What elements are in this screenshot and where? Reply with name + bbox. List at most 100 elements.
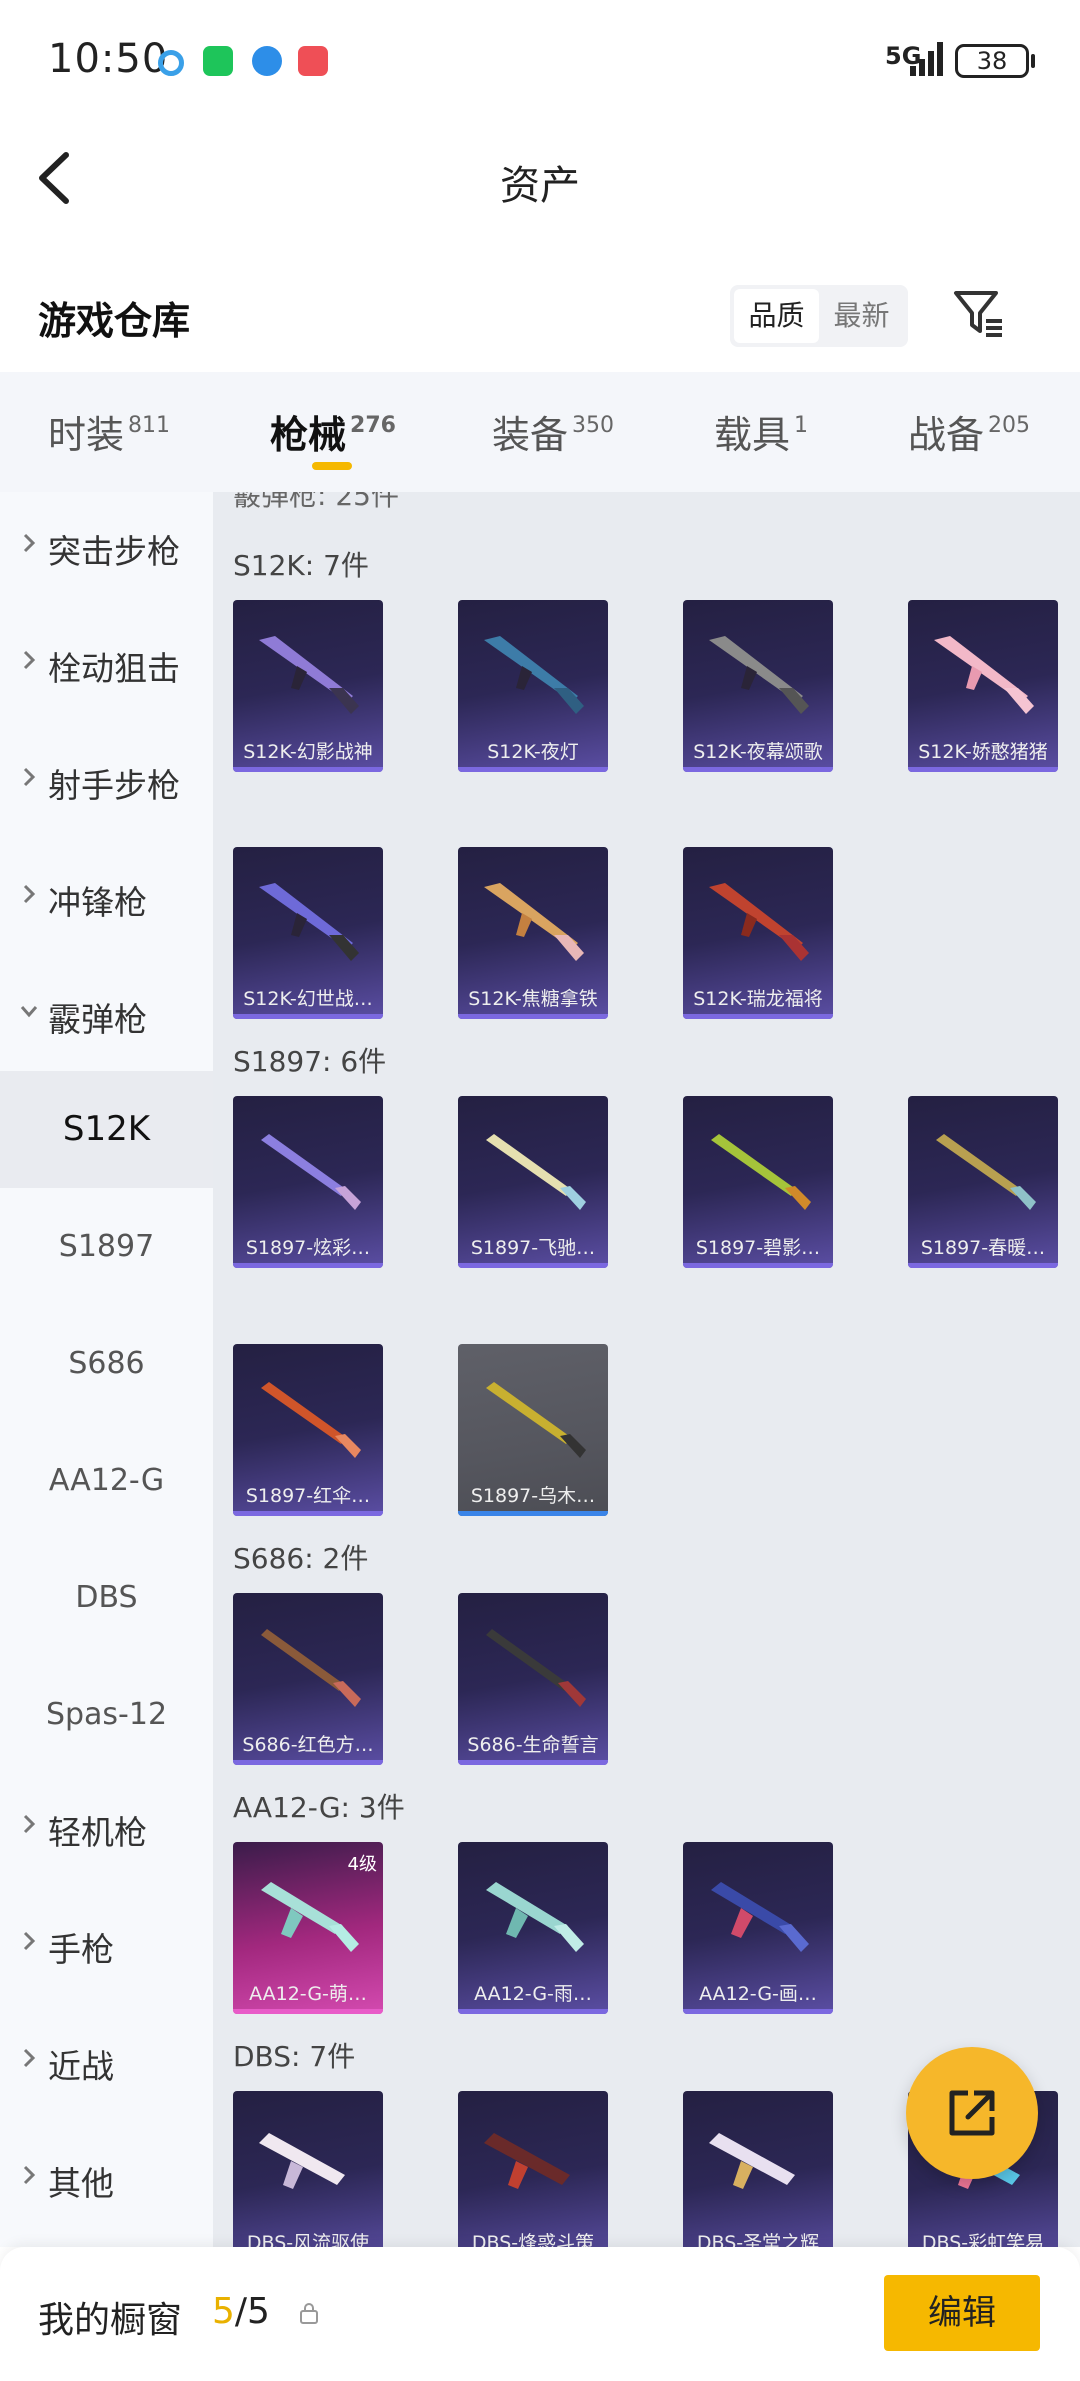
filter-button[interactable]	[950, 283, 1008, 341]
shotgun-icon	[484, 883, 584, 961]
bullpup-shotgun-icon	[709, 2133, 795, 2189]
sidebar-item-other[interactable]: 其他	[0, 2124, 213, 2241]
weapon-type-sidebar: 突击步枪 栓动狙击 射手步枪 冲锋枪 霰弹枪 S12K S1897 S686 A…	[0, 492, 213, 2247]
status-time: 10:50	[48, 36, 169, 82]
weapon-card[interactable]: S12K-夜灯	[458, 600, 608, 772]
weapon-card[interactable]: S1897-碧影…	[683, 1096, 833, 1268]
weapon-card[interactable]: S686-红色方…	[233, 1593, 383, 1765]
chevron-right-icon	[23, 884, 36, 904]
weapon-card[interactable]: S12K-焦糖拿铁	[458, 847, 608, 1019]
weapon-name: S12K-幻世战…	[243, 988, 373, 1010]
bullpup-shotgun-icon	[484, 2133, 570, 2189]
weapon-name: DBS-圣堂之辉	[696, 2232, 820, 2247]
sidebar-item-melee[interactable]: 近战	[0, 2007, 213, 2124]
sidebar-item-pistol[interactable]: 手枪	[0, 1890, 213, 2007]
sidebar-item-bolt-sniper[interactable]: 栓动狙击	[0, 609, 213, 726]
share-icon	[949, 2090, 995, 2136]
group-label-dbs: DBS: 7件	[233, 2040, 356, 2073]
weapon-card[interactable]: S1897-乌木…	[458, 1344, 608, 1516]
sidebar-sub-dbs[interactable]: DBS	[0, 1539, 213, 1656]
tab-supplies[interactable]: 战备 205	[908, 404, 1030, 459]
weapon-card[interactable]: AA12-G-画…	[683, 1842, 833, 2014]
sidebar-item-label: 手枪	[48, 1930, 114, 1969]
sidebar-sub-s1897[interactable]: S1897	[0, 1188, 213, 1305]
weapon-card[interactable]: S12K-幻世战…	[233, 847, 383, 1019]
weapon-card[interactable]: S1897-春暖…	[908, 1096, 1058, 1268]
tab-fashion[interactable]: 时装 811	[48, 404, 170, 459]
weapon-name: DBS-彩虹笑易	[921, 2232, 1045, 2247]
sidebar-item-lmg[interactable]: 轻机枪	[0, 1773, 213, 1890]
pump-shotgun-icon	[261, 1134, 361, 1210]
sidebar-item-assault-rifle[interactable]: 突击步枪	[0, 492, 213, 609]
chevron-down-icon	[20, 1006, 38, 1018]
sort-newest-button[interactable]: 最新	[819, 289, 904, 343]
weapon-card[interactable]: S1897-红伞…	[233, 1344, 383, 1516]
sidebar-sub-aa12g[interactable]: AA12-G	[0, 1422, 213, 1539]
sidebar-item-marksman-rifle[interactable]: 射手步枪	[0, 726, 213, 843]
status-bar: 10:50 5G 38	[0, 0, 1080, 125]
sidebar-item-label: 突击步枪	[48, 532, 180, 571]
group-label-s1897: S1897: 6件	[233, 1045, 387, 1078]
tab-count: 276	[350, 413, 396, 438]
weapon-name: S1897-春暖…	[920, 1237, 1046, 1259]
weapon-card[interactable]: S12K-娇憨猪猪	[908, 600, 1058, 772]
sidebar-item-label: 栓动狙击	[48, 649, 180, 688]
tab-equipment[interactable]: 装备 350	[492, 404, 614, 459]
shotgun-icon	[709, 636, 809, 714]
weapon-card[interactable]: S12K-幻影战神	[233, 600, 383, 772]
shopping-app-icon	[298, 46, 328, 76]
sidebar-sub-s686[interactable]: S686	[0, 1305, 213, 1422]
weapon-name: S12K-娇憨猪猪	[918, 741, 1048, 763]
weapon-card[interactable]: DBS-风流驱使	[233, 2091, 383, 2247]
group-label-aa12g: AA12-G: 3件	[233, 1791, 405, 1824]
weapon-card[interactable]: AA12-G-雨…	[458, 1842, 608, 2014]
sidebar-sub-s12k[interactable]: S12K	[0, 1071, 213, 1188]
weapon-name: DBS-风流驱使	[246, 2232, 370, 2247]
notification-app-icon	[158, 50, 184, 76]
bullpup-shotgun-icon	[259, 2133, 345, 2189]
sidebar-item-label: 冲锋枪	[48, 883, 147, 922]
weapon-card[interactable]: S1897-炫彩…	[233, 1096, 383, 1268]
tab-label: 装备	[492, 413, 569, 457]
auto-shotgun-icon	[486, 1882, 584, 1952]
weapon-card[interactable]: DBS-烽惑斗策	[458, 2091, 608, 2247]
sidebar-item-shotgun[interactable]: 霰弹枪	[0, 960, 213, 1077]
tab-label: 枪械	[270, 413, 347, 457]
weapon-name: S1897-红伞…	[245, 1485, 371, 1507]
auto-shotgun-icon	[261, 1882, 359, 1952]
weapon-name: DBS-烽惑斗策	[471, 2232, 595, 2247]
shotgun-icon	[709, 883, 809, 961]
sidebar-item-smg[interactable]: 冲锋枪	[0, 843, 213, 960]
sidebar-sub-spas12[interactable]: Spas-12	[0, 1656, 213, 1773]
weapon-name: AA12-G-雨…	[474, 1983, 592, 2005]
group-label-s12k: S12K: 7件	[233, 549, 369, 582]
lock-icon	[300, 2303, 318, 2324]
wechat-icon	[203, 46, 233, 76]
showcase-count: 5/5	[212, 2291, 270, 2332]
weapon-name: S1897-乌木…	[470, 1485, 596, 1507]
tab-count: 811	[128, 413, 171, 438]
sort-quality-button[interactable]: 品质	[734, 289, 819, 343]
chevron-right-icon	[23, 1814, 36, 1834]
tab-vehicles[interactable]: 载具 1	[714, 404, 808, 459]
weapon-name: AA12-G-画…	[699, 1983, 817, 2005]
weapon-grid: 霰弹枪: 25件 S12K: 7件 S12K-幻影战神 S12K-夜灯 S12K…	[213, 492, 1080, 2247]
filter-icon	[954, 291, 1002, 337]
battery-tip	[1031, 54, 1035, 68]
edit-button[interactable]: 编辑	[884, 2275, 1040, 2351]
weapon-name: S1897-飞驰…	[470, 1237, 596, 1259]
double-barrel-icon	[261, 1629, 361, 1707]
weapon-card[interactable]: S12K-瑞龙福将	[683, 847, 833, 1019]
weapon-card[interactable]: S686-生命誓言	[458, 1593, 608, 1765]
weapon-card[interactable]: S1897-飞驰…	[458, 1096, 608, 1268]
showcase-current: 5	[212, 2291, 235, 2332]
weapon-card[interactable]: S12K-夜幕颂歌	[683, 600, 833, 772]
weapon-card[interactable]: DBS-圣堂之辉	[683, 2091, 833, 2247]
tab-firearms[interactable]: 枪械 276	[270, 404, 396, 459]
chevron-right-icon	[23, 2048, 36, 2068]
pump-shotgun-icon	[261, 1382, 361, 1458]
pump-shotgun-icon	[936, 1134, 1036, 1210]
weapon-card[interactable]: 4级 AA12-G-萌…	[233, 1842, 383, 2014]
share-fab[interactable]	[906, 2047, 1038, 2179]
app-header: 资产	[0, 125, 1080, 235]
